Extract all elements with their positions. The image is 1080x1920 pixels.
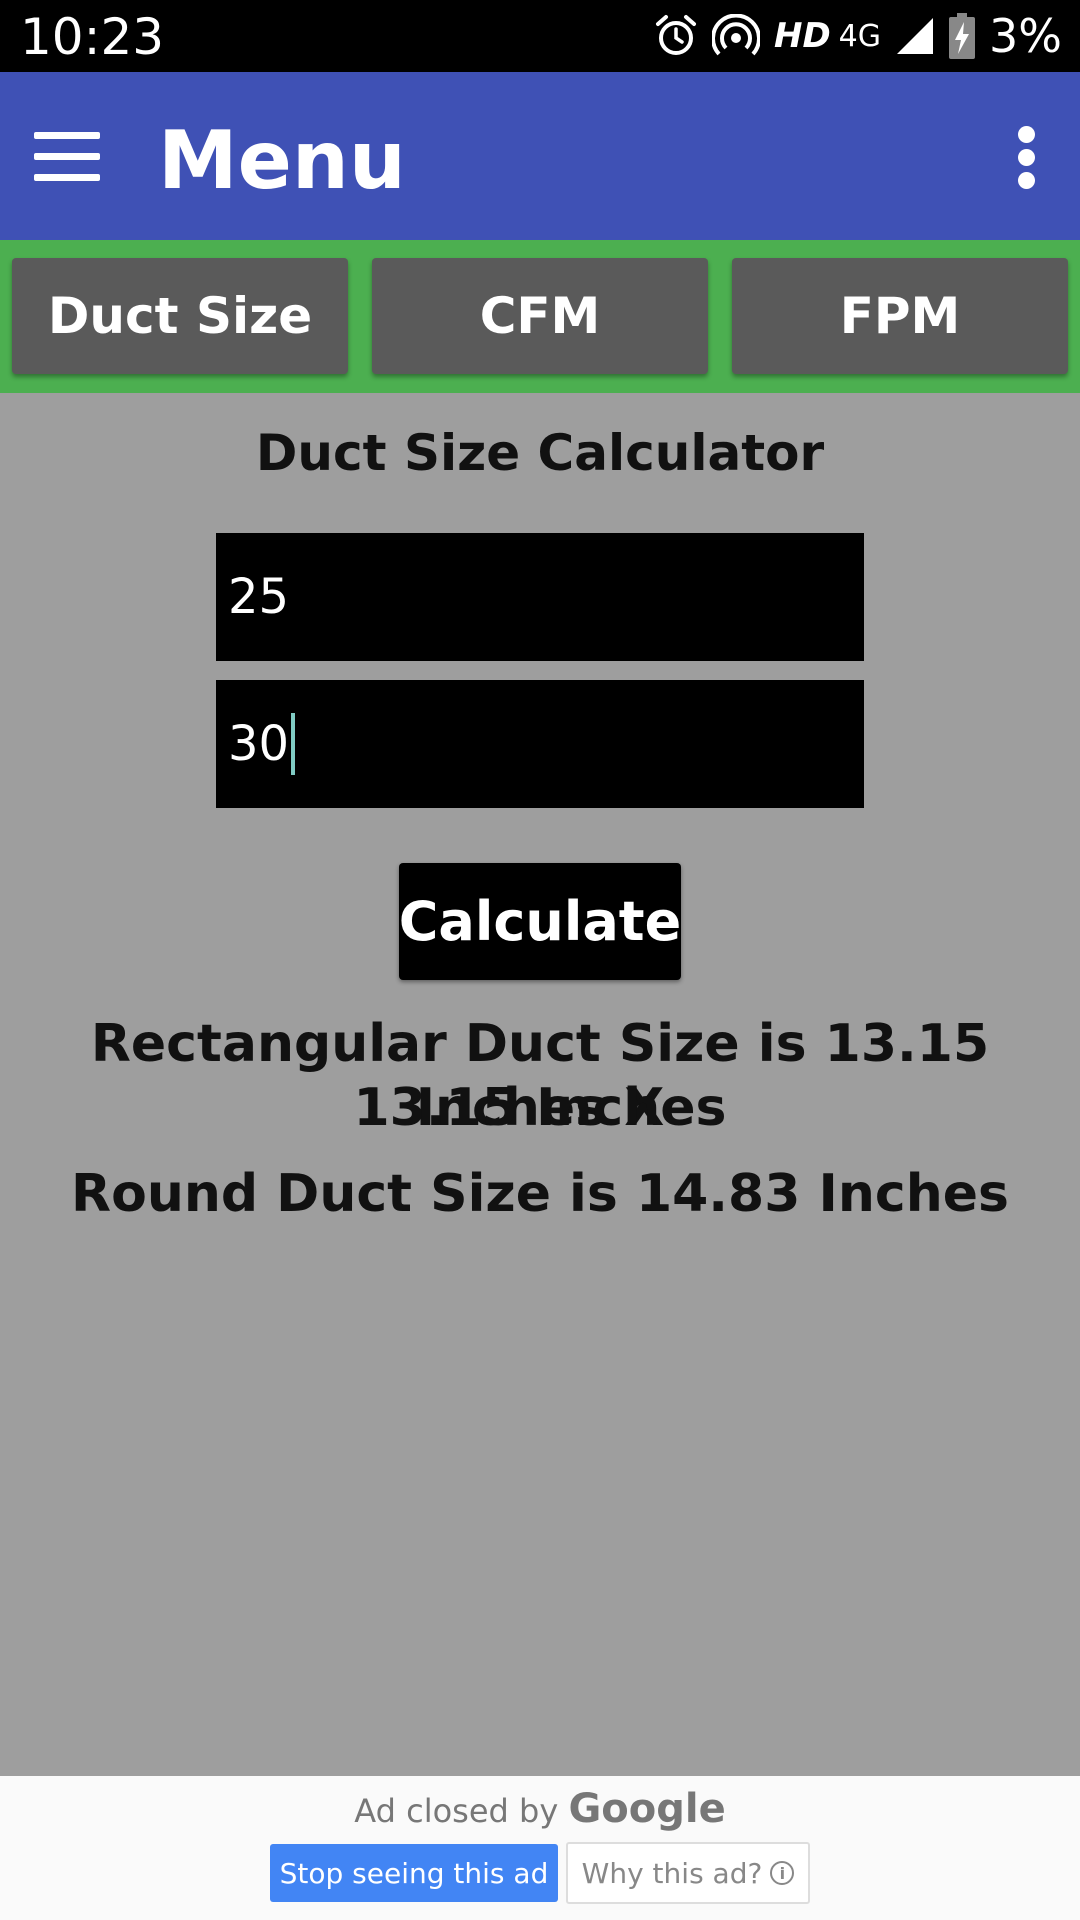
alarm-icon (655, 15, 696, 55)
tab-duct-size[interactable]: Duct Size (12, 258, 348, 374)
stop-seeing-ad-button[interactable]: Stop seeing this ad (270, 1844, 558, 1902)
rectangular-result-line2: 13.15 Inches (353, 1078, 727, 1138)
ad-closed-label: Ad closed by (354, 1792, 559, 1830)
more-options-icon[interactable] (1014, 126, 1040, 190)
ad-closed-text: Ad closed by Google (0, 1786, 1080, 1832)
hotspot-icon (711, 14, 760, 56)
tab-strip: Duct Size CFM FPM (0, 240, 1080, 393)
signal-icon (897, 18, 934, 54)
text-caret (291, 713, 296, 775)
round-result: Round Duct Size is 14.83 Inches (71, 1164, 1009, 1224)
ad-banner: Ad closed by Google Stop seeing this ad … (0, 1776, 1080, 1920)
status-time: 10:23 (20, 8, 165, 66)
why-this-ad-button[interactable]: Why this ad? i (566, 1842, 810, 1904)
battery-percent: 3% (989, 9, 1062, 63)
app-bar: Menu (0, 72, 1080, 240)
tab-cfm[interactable]: CFM (372, 258, 708, 374)
info-icon: i (770, 1861, 795, 1885)
cfm-input[interactable]: 25 (216, 533, 864, 661)
battery-charging-icon (949, 13, 976, 59)
fpm-input[interactable]: 30 (216, 680, 864, 808)
google-logo: Google (568, 1786, 726, 1832)
hamburger-menu-icon[interactable] (34, 132, 100, 182)
app-title: Menu (158, 114, 406, 207)
hd-label: HD (773, 16, 831, 56)
cfm-input-value: 25 (228, 569, 290, 625)
status-icons: HD 4G 3% (654, 9, 1062, 63)
calculate-button[interactable]: Calculate (399, 863, 681, 980)
network-label: 4G (838, 18, 882, 54)
tab-fpm[interactable]: FPM (732, 258, 1068, 374)
status-bar: 10:23 HD 4G 3% (0, 0, 1080, 72)
page-title: Duct Size Calculator (255, 424, 825, 482)
why-this-ad-label: Why this ad? (581, 1856, 763, 1890)
fpm-input-value: 30 (228, 716, 290, 772)
